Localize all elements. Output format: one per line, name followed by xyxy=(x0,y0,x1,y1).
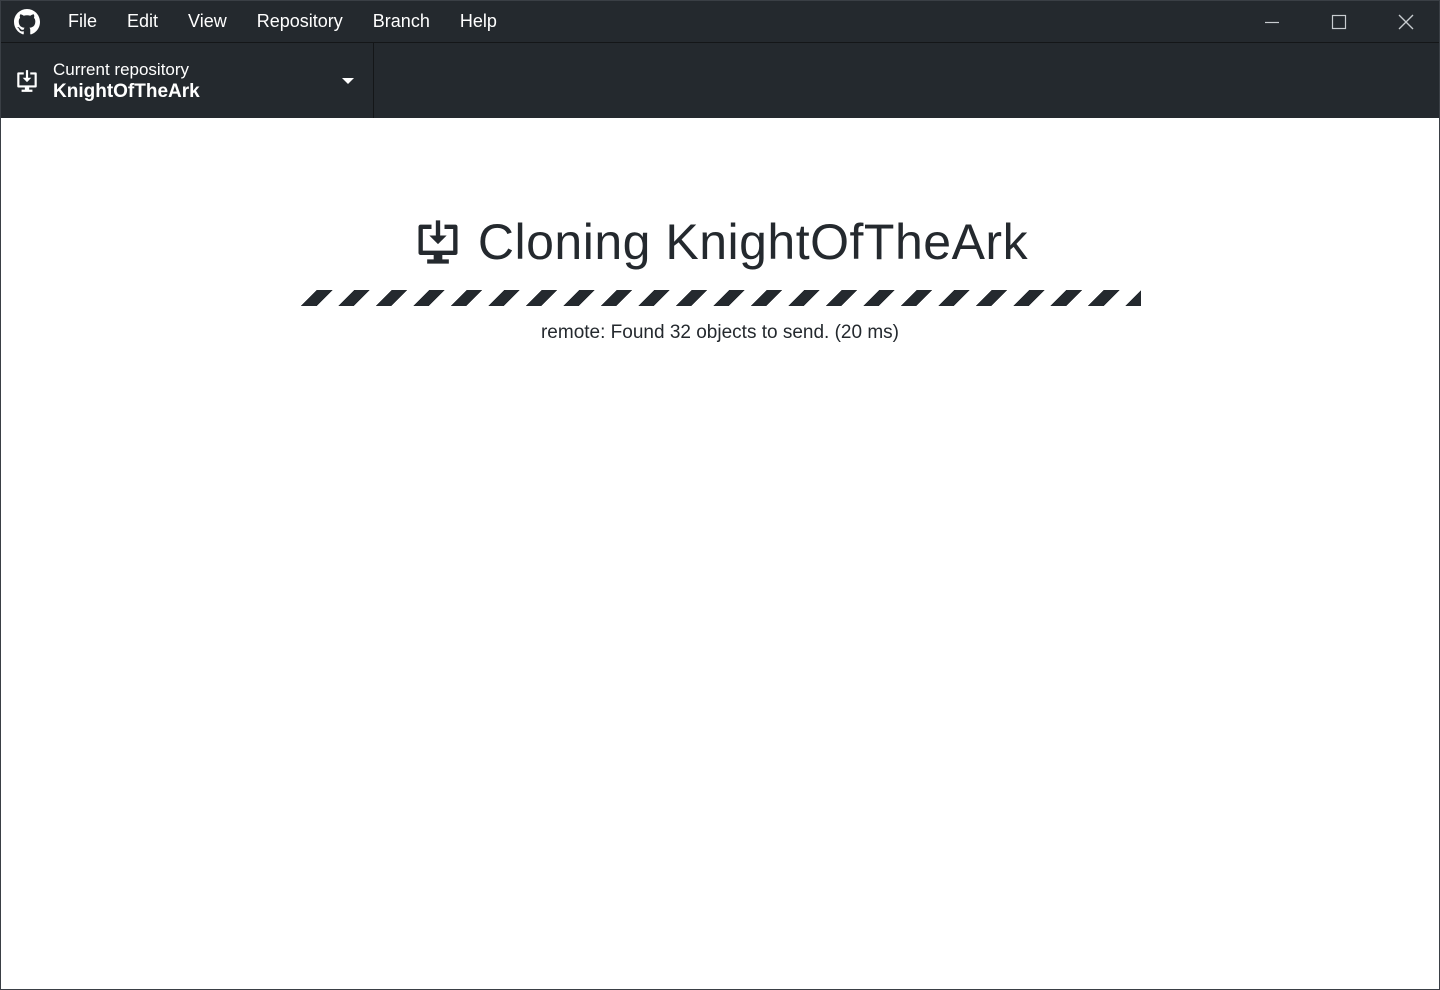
app-window: File Edit View Repository Branch Help Cu… xyxy=(0,0,1440,990)
chevron-down-icon xyxy=(342,78,354,84)
menu-help[interactable]: Help xyxy=(445,1,512,42)
menu-bar: File Edit View Repository Branch Help xyxy=(53,1,512,42)
repo-label: Current repository xyxy=(53,59,190,79)
menu-repository[interactable]: Repository xyxy=(242,1,358,42)
close-icon xyxy=(1398,14,1413,29)
progress-stripes xyxy=(299,290,1141,306)
clone-heading: Cloning KnightOfTheArk xyxy=(1,210,1439,274)
toolbar: Current repository KnightOfTheArk xyxy=(1,42,1439,118)
window-controls xyxy=(1238,1,1439,42)
clone-desktop-icon xyxy=(412,216,464,268)
close-button[interactable] xyxy=(1372,1,1439,42)
current-repository-selector[interactable]: Current repository KnightOfTheArk xyxy=(1,43,374,118)
maximize-button[interactable] xyxy=(1305,1,1372,42)
minimize-icon xyxy=(1264,21,1279,23)
menu-edit[interactable]: Edit xyxy=(112,1,173,42)
progress-status-text: remote: Found 32 objects to send. (20 ms… xyxy=(540,322,899,343)
clone-title: Cloning KnightOfTheArk xyxy=(477,214,1029,270)
title-bar: File Edit View Repository Branch Help xyxy=(1,1,1439,42)
repo-name: KnightOfTheArk xyxy=(53,80,200,102)
menu-file[interactable]: File xyxy=(53,1,112,42)
main-content: Cloning KnightOfTheArk remote: Found 32 … xyxy=(1,118,1439,989)
github-logo-icon xyxy=(1,1,53,42)
repo-text: Current repository KnightOfTheArk xyxy=(53,59,200,103)
maximize-icon xyxy=(1331,14,1346,29)
menu-view[interactable]: View xyxy=(173,1,242,42)
minimize-button[interactable] xyxy=(1238,1,1305,42)
menu-branch[interactable]: Branch xyxy=(358,1,445,42)
clone-desktop-icon xyxy=(1,43,53,118)
clone-progress-bar xyxy=(299,290,1141,306)
